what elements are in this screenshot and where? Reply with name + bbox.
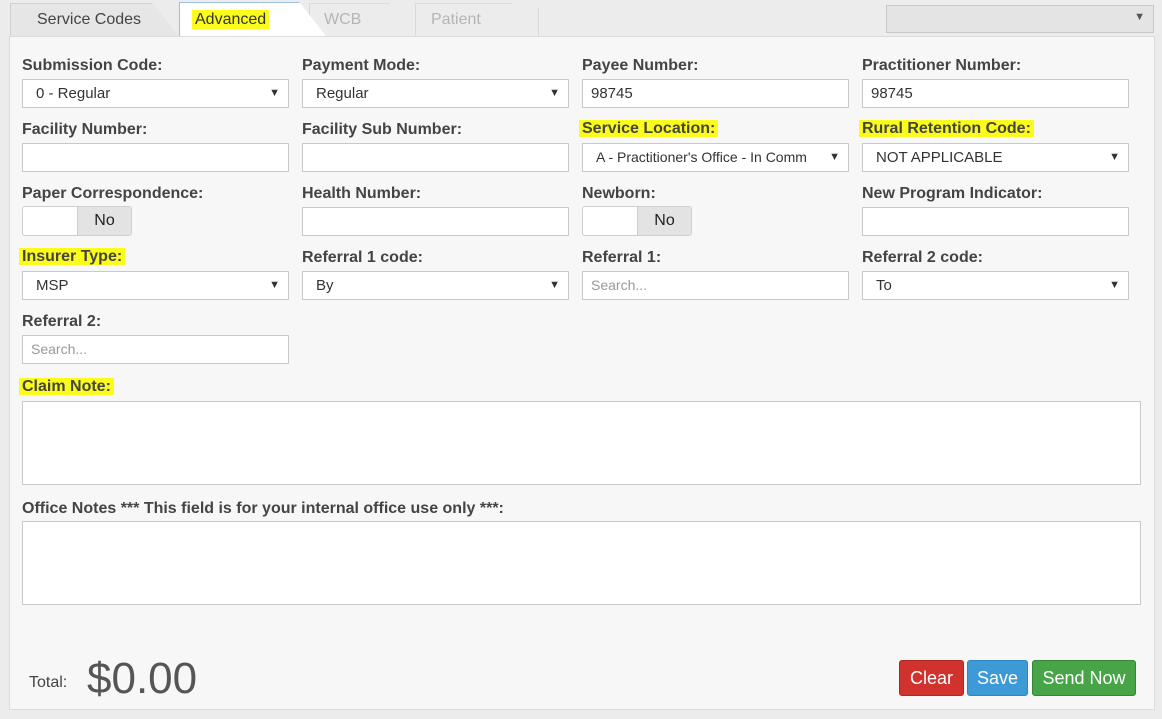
caret-down-icon: ▼: [549, 87, 560, 99]
facility-number-label: Facility Number:: [22, 121, 148, 138]
new-program-indicator-label: New Program Indicator:: [862, 185, 1043, 202]
referral-2-code-select[interactable]: To ▼: [862, 271, 1129, 300]
caret-down-icon: ▼: [549, 279, 560, 291]
referral-2-label: Referral 2:: [22, 313, 102, 330]
facility-sub-number-input[interactable]: [302, 143, 569, 172]
clear-button[interactable]: Clear: [899, 660, 964, 696]
referral-2-search-input[interactable]: Search...: [22, 335, 289, 364]
caret-down-icon: ▼: [1109, 151, 1120, 163]
facility-sub-number-label: Facility Sub Number:: [302, 121, 463, 138]
caret-down-icon: ▼: [269, 87, 280, 99]
referral-2-code-label: Referral 2 code:: [862, 249, 983, 266]
newborn-label: Newborn:: [582, 185, 656, 202]
total-amount: $0.00: [87, 654, 198, 703]
health-number-label: Health Number:: [302, 185, 422, 202]
referral-1-code-select[interactable]: By ▼: [302, 271, 569, 300]
toggle-state: No: [77, 207, 131, 235]
tab-advanced[interactable]: Advanced: [179, 2, 327, 37]
submission-code-value: 0 - Regular: [36, 85, 111, 102]
paper-correspondence-toggle[interactable]: No: [22, 206, 132, 236]
paper-correspondence-label: Paper Correspondence:: [22, 185, 204, 202]
referral-1-search-input[interactable]: Search...: [582, 271, 849, 300]
payee-number-input[interactable]: 98745: [582, 79, 849, 108]
tab-patient[interactable]: Patient: [415, 3, 539, 37]
tab-bar: Service Codes WCB Patient Advanced ▼: [0, 0, 1162, 37]
tab-label: Service Codes: [37, 11, 142, 28]
facility-number-input[interactable]: [22, 143, 289, 172]
service-location-value: A - Practitioner's Office - In Comm: [596, 149, 807, 165]
rural-retention-code-value: NOT APPLICABLE: [876, 149, 1003, 166]
referral-2-code-value: To: [876, 277, 892, 294]
caret-down-icon: ▼: [269, 279, 280, 291]
insurer-type-value: MSP: [36, 277, 69, 294]
rural-retention-code-label: Rural Retention Code:: [859, 120, 1034, 138]
submission-code-select[interactable]: 0 - Regular ▼: [22, 79, 289, 108]
claim-note-label: Claim Note:: [19, 378, 114, 396]
practitioner-number-input[interactable]: 98745: [862, 79, 1129, 108]
payment-mode-select[interactable]: Regular ▼: [302, 79, 569, 108]
referral-1-label: Referral 1:: [582, 249, 662, 266]
referral-1-code-value: By: [316, 277, 334, 294]
payee-number-label: Payee Number:: [582, 57, 699, 74]
practitioner-number-label: Practitioner Number:: [862, 57, 1022, 74]
claim-note-label-text: Claim Note:: [19, 378, 114, 395]
service-location-label: Service Location:: [579, 120, 719, 138]
advanced-panel: Submission Code: 0 - Regular ▼ Payment M…: [9, 36, 1155, 710]
tab-label: Patient: [431, 11, 481, 28]
top-right-select[interactable]: ▼: [886, 5, 1154, 33]
save-button[interactable]: Save: [967, 660, 1028, 696]
service-location-label-text: Service Location:: [579, 120, 719, 137]
payment-mode-value: Regular: [316, 85, 369, 102]
caret-down-icon: ▼: [1109, 279, 1120, 291]
caret-down-icon: ▼: [1134, 11, 1145, 23]
referral-1-code-label: Referral 1 code:: [302, 249, 423, 266]
service-location-select[interactable]: A - Practitioner's Office - In Comm ▼: [582, 143, 849, 172]
insurer-type-label: Insurer Type:: [19, 248, 126, 266]
office-notes-label: Office Notes *** This field is for your …: [22, 500, 504, 517]
tab-service-codes[interactable]: Service Codes: [10, 3, 180, 37]
payment-mode-label: Payment Mode:: [302, 57, 421, 74]
insurer-type-select[interactable]: MSP ▼: [22, 271, 289, 300]
tab-divider: [538, 8, 539, 37]
claim-note-textarea[interactable]: [22, 401, 1141, 485]
rural-retention-code-label-text: Rural Retention Code:: [859, 120, 1034, 137]
tab-label: Advanced: [192, 10, 270, 29]
toggle-state: No: [637, 207, 691, 235]
health-number-input[interactable]: [302, 207, 569, 236]
rural-retention-code-select[interactable]: NOT APPLICABLE ▼: [862, 143, 1129, 172]
submission-code-label: Submission Code:: [22, 57, 163, 74]
total-label: Total:: [29, 674, 68, 691]
tab-label: WCB: [324, 11, 362, 28]
new-program-indicator-input[interactable]: [862, 207, 1129, 236]
insurer-type-label-text: Insurer Type:: [19, 248, 126, 265]
caret-down-icon: ▼: [829, 151, 840, 163]
send-now-button[interactable]: Send Now: [1032, 660, 1136, 696]
newborn-toggle[interactable]: No: [582, 206, 692, 236]
office-notes-textarea[interactable]: [22, 521, 1141, 605]
